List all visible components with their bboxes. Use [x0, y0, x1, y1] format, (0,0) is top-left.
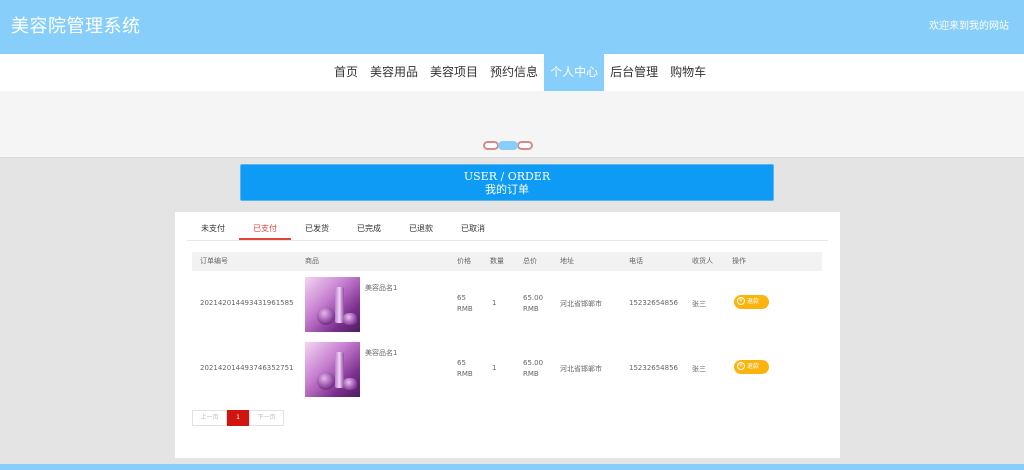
refund-label: 退款: [747, 298, 760, 305]
site-title: 美容院管理系统: [11, 16, 141, 37]
nav-cart[interactable]: 购物车: [664, 54, 712, 91]
yen-circle-icon: ¥: [737, 362, 745, 370]
nav-personal-center[interactable]: 个人中心: [544, 54, 605, 91]
order-header-cn: 我的订单: [485, 183, 529, 196]
col-address: 地址: [560, 257, 574, 265]
refund-button[interactable]: ¥ 退款: [734, 295, 769, 309]
address: 河北省邯郸市: [560, 365, 602, 373]
col-order-no: 订单编号: [200, 257, 228, 265]
quantity: 1: [492, 364, 497, 372]
col-phone: 电话: [629, 257, 643, 265]
nav-beauty-projects[interactable]: 美容项目: [424, 54, 484, 91]
col-price: 价格: [457, 257, 471, 265]
order-panel: 未支付 已支付 已发货 已完成 已退款 已取消 订单编号 商品 价格 数量 总价…: [175, 212, 840, 458]
tab-paid[interactable]: 已支付: [239, 218, 291, 240]
tab-cancelled[interactable]: 已取消: [447, 218, 499, 240]
total-unit: RMB: [523, 370, 539, 378]
col-total: 总价: [523, 257, 537, 265]
phone: 15232654856: [629, 364, 678, 372]
yen-circle-icon: ¥: [737, 297, 745, 305]
order-header-en: USER / ORDER: [463, 170, 551, 183]
tab-unpaid[interactable]: 未支付: [187, 218, 239, 240]
current-page[interactable]: 1: [227, 410, 249, 426]
quantity: 1: [492, 299, 497, 307]
col-product: 商品: [305, 257, 319, 265]
address: 河北省邯郸市: [560, 300, 602, 308]
price-value: 65: [457, 294, 466, 302]
col-qty: 数量: [490, 257, 504, 265]
product-name[interactable]: 美容品名1: [365, 283, 397, 293]
table-header: 订单编号 商品 价格 数量 总价 地址 电话 收货人 操作: [192, 252, 822, 271]
carousel-dot-3[interactable]: [517, 141, 533, 150]
carousel-indicators: [483, 141, 533, 151]
refund-label: 退款: [747, 363, 760, 370]
welcome-text: 欢迎来到我的网站: [929, 21, 1009, 32]
carousel-banner: [0, 91, 1024, 158]
tab-refunded[interactable]: 已退款: [395, 218, 447, 240]
footer-bar: [0, 464, 1024, 470]
tab-shipped[interactable]: 已发货: [291, 218, 343, 240]
order-section-header: USER / ORDER 我的订单: [240, 164, 774, 201]
price-unit: RMB: [457, 305, 473, 313]
nav-admin[interactable]: 后台管理: [604, 54, 664, 91]
price-value: 65: [457, 359, 466, 367]
price-unit: RMB: [457, 370, 473, 378]
product-name[interactable]: 美容品名1: [365, 348, 397, 358]
top-header: 美容院管理系统 欢迎来到我的网站: [0, 0, 1024, 54]
total-unit: RMB: [523, 305, 539, 313]
product-image[interactable]: [305, 277, 360, 332]
carousel-dot-2-active[interactable]: [498, 141, 518, 150]
nav-home[interactable]: 首页: [328, 54, 364, 91]
pagination: 上一页 1 下一页: [192, 410, 284, 426]
product-image[interactable]: [305, 342, 360, 397]
total-value: 65.00: [523, 359, 544, 367]
phone: 15232654856: [629, 299, 678, 307]
nav-appointments[interactable]: 预约信息: [484, 54, 544, 91]
table-row: 2021420144934319615​85 美容品名1 65 RMB 1 65…: [192, 273, 822, 337]
tab-completed[interactable]: 已完成: [343, 218, 395, 240]
col-action: 操作: [732, 257, 746, 265]
order-number: 2021420144934319615​85: [200, 299, 294, 307]
prev-page-button[interactable]: 上一页: [192, 410, 227, 426]
main-nav: 首页 美容用品 美容项目 预约信息 个人中心 后台管理 购物车: [0, 54, 1024, 91]
col-receiver: 收货人: [692, 257, 713, 265]
receiver: 张三: [692, 365, 706, 373]
table-row: 202142014493746352751 美容品名1 65 RMB 1 65.…: [192, 338, 822, 402]
refund-button[interactable]: ¥ 退款: [734, 360, 769, 374]
order-status-tabs: 未支付 已支付 已发货 已完成 已退款 已取消: [187, 218, 828, 241]
nav-beauty-products[interactable]: 美容用品: [364, 54, 424, 91]
total-value: 65.00: [523, 294, 544, 302]
next-page-button[interactable]: 下一页: [249, 410, 284, 426]
order-number: 202142014493746352751: [200, 364, 294, 372]
carousel-dot-1[interactable]: [483, 141, 499, 150]
receiver: 张三: [692, 300, 706, 308]
